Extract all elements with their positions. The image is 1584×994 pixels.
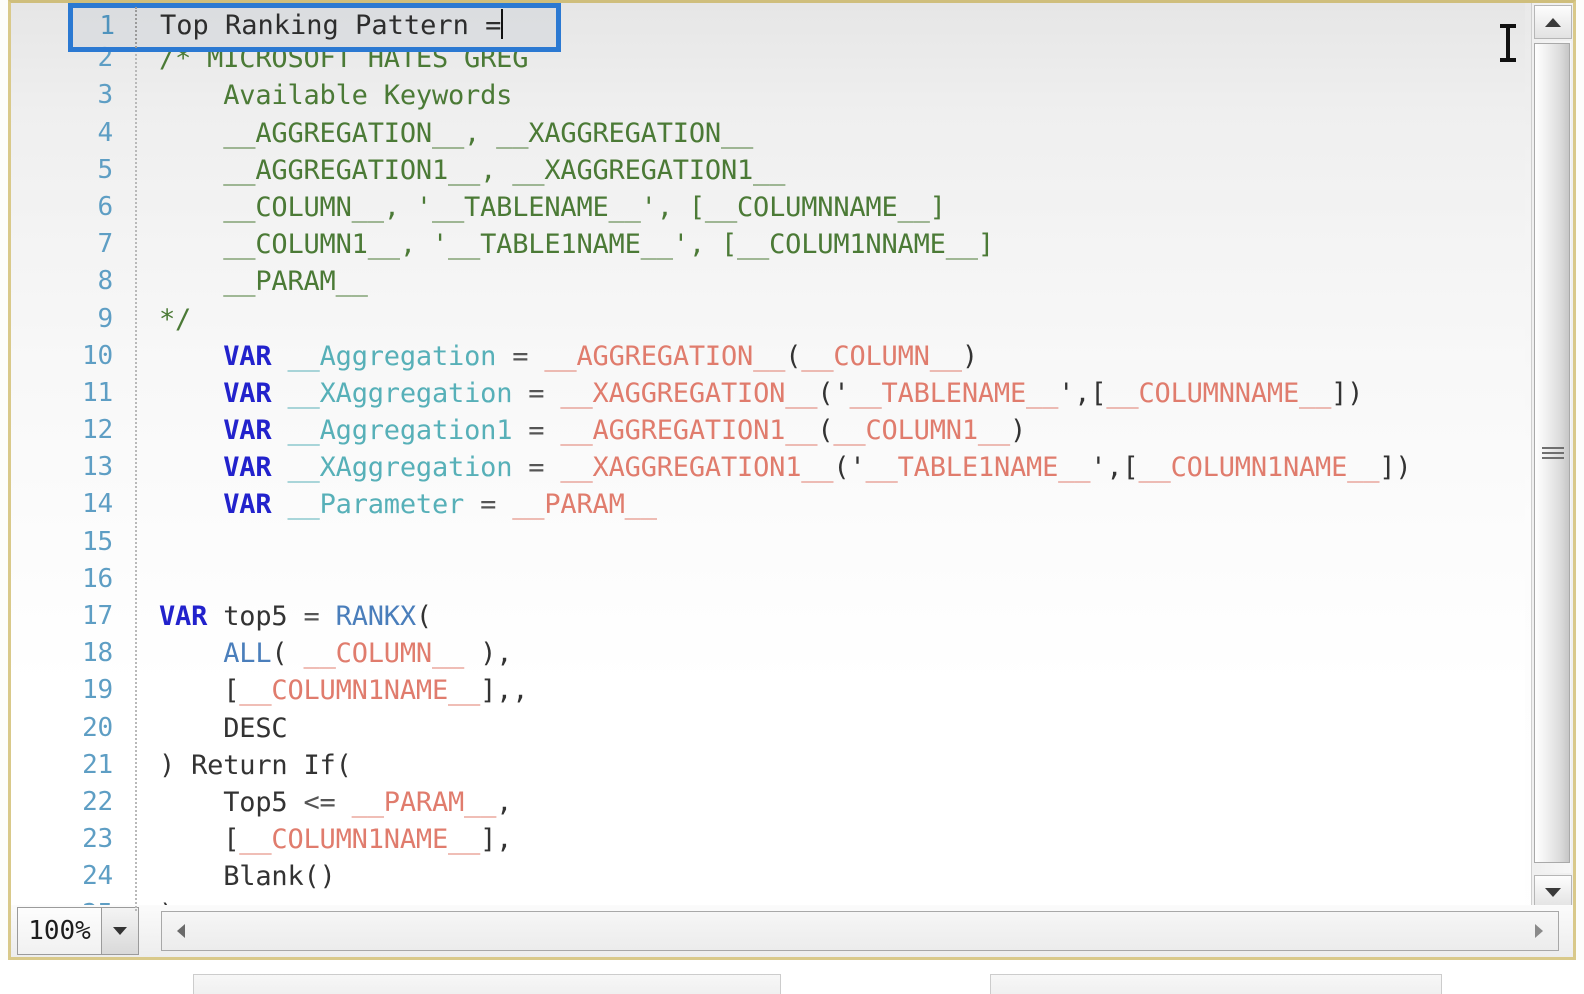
line-number: 9 (97, 303, 114, 334)
line-number: 1 (99, 11, 115, 41)
line-content: [__COLUMN1NAME__], (159, 824, 513, 856)
line-content: */ (159, 303, 192, 335)
code-line-row[interactable]: 8 __PARAM__ (11, 263, 1525, 300)
line-content: VAR __Aggregation1 = __AGGREGATION1__(__… (223, 415, 1027, 447)
editor-bottom-bar: 100% (11, 905, 1573, 957)
line-number: 20 (82, 712, 113, 743)
code-line-row[interactable]: 7 __COLUMN1__, '__TABLE1NAME__', [__COLU… (11, 226, 1525, 263)
background-panels-strip (0, 960, 1584, 994)
line-content: [__COLUMN1NAME__],, (159, 675, 529, 707)
line-number: 22 (82, 786, 113, 817)
partial-panel-left (193, 974, 781, 994)
code-line-row[interactable]: 9 */ (11, 301, 1525, 338)
vertical-scrollbar-thumb[interactable] (1534, 43, 1570, 863)
line-content: Available Keywords (159, 80, 513, 112)
scroll-left-button[interactable] (162, 912, 200, 950)
line-content: VAR __Aggregation = __AGGREGATION__(__CO… (223, 340, 978, 372)
partial-panel-right (990, 974, 1442, 994)
code-line-row[interactable]: 17 VAR top5 = RANKX( (11, 598, 1525, 635)
code-line-row[interactable]: 6 __COLUMN__, '__TABLENAME__', [__COLUMN… (11, 189, 1525, 226)
text-caret (501, 9, 504, 39)
triangle-left-icon (177, 924, 185, 938)
scroll-up-button[interactable] (1534, 5, 1572, 39)
code-line-row[interactable]: 3 Available Keywords (11, 77, 1525, 114)
zoom-level-combobox[interactable]: 100% (17, 907, 139, 955)
scroll-right-button[interactable] (1520, 912, 1558, 950)
code-line-row[interactable]: 19 [__COLUMN1NAME__],, (11, 672, 1525, 709)
code-line-row[interactable]: 13 VAR __XAggregation = __XAGGREGATION1_… (11, 449, 1525, 486)
line-content: VAR __XAggregation = __XAGGREGATION__('_… (223, 377, 1364, 409)
line-content: DESC (159, 712, 288, 744)
line-number: 17 (82, 601, 113, 631)
code-line-row[interactable]: 22 Top5 <= __PARAM__, (11, 784, 1525, 821)
line-number: 18 (82, 638, 113, 669)
scroll-grip-icon (1542, 447, 1564, 459)
line-content: ALL( __COLUMN__ ), (223, 638, 513, 670)
line-number: 24 (82, 861, 113, 892)
triangle-up-icon (1545, 17, 1561, 27)
active-code-line[interactable]: 1 Top Ranking Pattern = (68, 3, 561, 52)
zoom-dropdown-button[interactable] (101, 908, 138, 954)
triangle-right-icon (1535, 924, 1543, 938)
line-number: 11 (82, 377, 113, 408)
line-content: ) Return If( (159, 749, 352, 781)
line-content: VAR __XAggregation = __XAGGREGATION1__('… (223, 452, 1412, 484)
vertical-scrollbar[interactable] (1531, 3, 1573, 911)
line-number: 13 (82, 452, 113, 483)
line-content: VAR top5 = RANKX( (159, 601, 432, 632)
code-line-row[interactable]: 15 (11, 524, 1525, 561)
code-line-row[interactable]: 11 VAR __XAggregation = __XAGGREGATION__… (11, 375, 1525, 412)
code-line-row[interactable]: 24 Blank() (11, 858, 1525, 895)
line-number: 10 (82, 340, 113, 371)
line-number: 15 (82, 526, 113, 557)
code-line-row[interactable]: 4 __AGGREGATION__, __XAGGREGATION__ (11, 115, 1525, 152)
code-line-row[interactable]: 10 VAR __Aggregation = __AGGREGATION__(_… (11, 338, 1525, 375)
line-content: Top5 <= __PARAM__, (159, 786, 513, 818)
code-line-row[interactable]: 23 [__COLUMN1NAME__], (11, 821, 1525, 858)
chevron-down-icon (113, 927, 127, 935)
line-content: __COLUMN__, '__TABLENAME__', [__COLUMNNA… (159, 191, 946, 223)
line-number: 23 (82, 824, 113, 855)
triangle-down-icon (1545, 887, 1561, 897)
editor-frame: 1 Top Ranking Pattern = 2 /* MICROSOFT H… (8, 0, 1576, 960)
code-line-row[interactable]: 18 ALL( __COLUMN__ ), (11, 635, 1525, 672)
line-number: 8 (97, 266, 114, 297)
code-line-row[interactable]: 5 __AGGREGATION1__, __XAGGREGATION1__ (11, 152, 1525, 189)
line-content: __AGGREGATION__, __XAGGREGATION__ (159, 117, 754, 149)
zoom-level-value: 100% (18, 908, 101, 954)
line-number: 12 (82, 415, 113, 446)
code-line-row[interactable]: 14 VAR __Parameter = __PARAM__ (11, 486, 1525, 523)
code-line-row[interactable]: 21 ) Return If( (11, 747, 1525, 784)
line-content: __PARAM__ (159, 266, 368, 298)
code-editor-surface[interactable]: 1 Top Ranking Pattern = 2 /* MICROSOFT H… (11, 3, 1525, 911)
code-line-row[interactable]: 20 DESC (11, 710, 1525, 747)
line-number: 14 (82, 489, 113, 520)
horizontal-scrollbar[interactable] (161, 911, 1559, 951)
line-content: Top Ranking Pattern = (160, 3, 504, 49)
gutter-divider (135, 7, 137, 48)
scroll-down-button[interactable] (1534, 875, 1572, 909)
line-content: VAR __Parameter = __PARAM__ (223, 489, 657, 521)
code-line-row[interactable]: 12 VAR __Aggregation1 = __AGGREGATION1__… (11, 412, 1525, 449)
line-content: Blank() (159, 861, 336, 893)
line-content: __AGGREGATION1__, __XAGGREGATION1__ (159, 154, 786, 186)
measure-name-text: Top Ranking Pattern = (160, 10, 502, 41)
dax-formula-editor-window: 1 Top Ranking Pattern = 2 /* MICROSOFT H… (0, 0, 1584, 994)
code-line-row[interactable]: 16 (11, 561, 1525, 598)
line-number: 21 (82, 749, 113, 780)
line-number: 19 (82, 675, 113, 706)
line-content: __COLUMN1__, '__TABLE1NAME__', [__COLUM1… (159, 229, 994, 261)
line-number: 16 (82, 563, 113, 594)
